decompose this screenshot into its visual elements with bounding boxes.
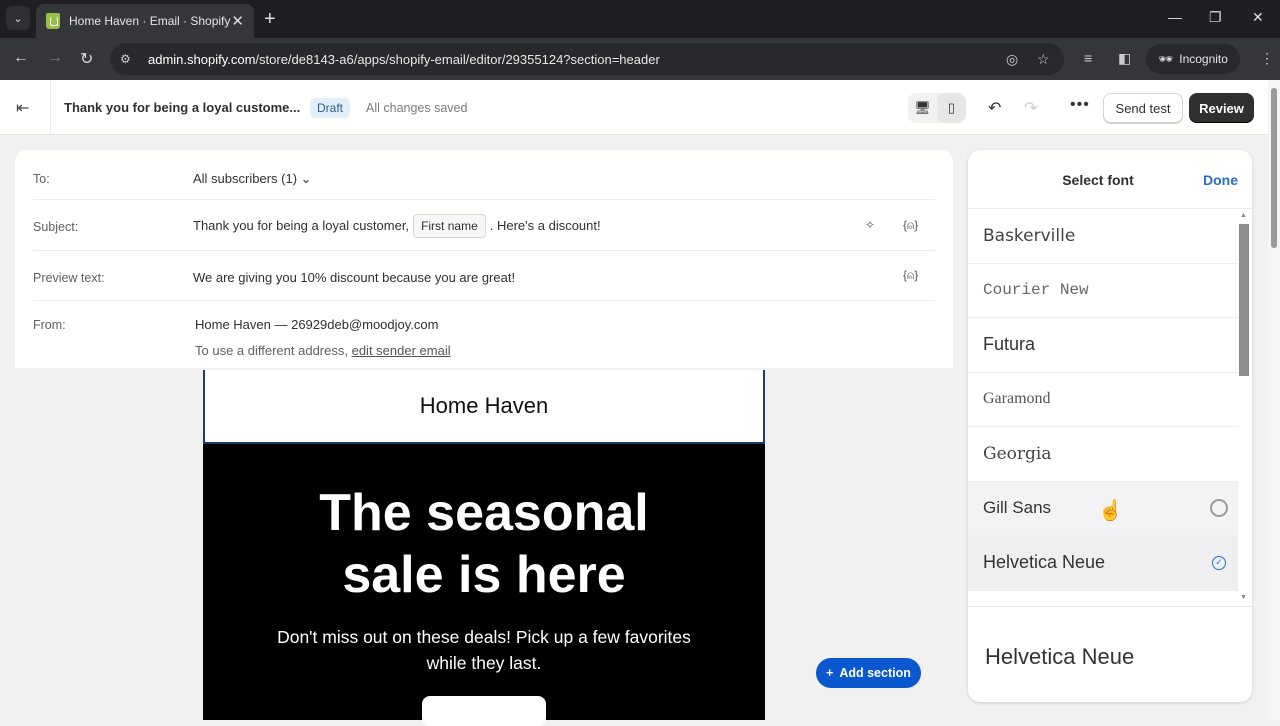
- new-tab-icon[interactable]: +: [264, 8, 276, 31]
- browser-toolbar: ← → ↻ ⚙ admin.shopify.com/store/de8143-a…: [0, 38, 1280, 80]
- font-list-scrollbar-thumb[interactable]: [1239, 224, 1249, 376]
- tab-title: Home Haven · Email · Shopify: [69, 14, 231, 28]
- store-name: Home Haven: [419, 393, 549, 418]
- window-close-icon[interactable]: ✕: [1252, 9, 1264, 26]
- editor-header: ⇤ Thank you for being a loyal custome...…: [0, 80, 1268, 135]
- shopify-favicon-icon: [46, 13, 60, 29]
- status-badge: Draft: [310, 98, 351, 118]
- media-icon[interactable]: ≡: [1084, 50, 1092, 66]
- minimize-icon[interactable]: —: [1168, 9, 1182, 25]
- more-actions-button[interactable]: •••: [1070, 96, 1090, 114]
- mobile-view-icon[interactable]: ▯: [937, 93, 966, 123]
- email-title: Thank you for being a loyal custome...: [64, 100, 301, 115]
- hand-cursor-icon: ☝: [1098, 500, 1123, 522]
- insert-variable-icon[interactable]: {⍝}: [903, 218, 918, 233]
- font-option-courier-new[interactable]: Courier New: [968, 264, 1238, 318]
- from-label: From:: [33, 318, 66, 332]
- scroll-down-icon[interactable]: ▼: [1240, 594, 1247, 601]
- font-option-futura[interactable]: Futura: [968, 318, 1238, 373]
- email-header-section[interactable]: Home Haven: [203, 370, 765, 444]
- hero-title: The seasonal sale is here: [319, 484, 649, 604]
- to-row: To: All subscribers (1) ⌄: [33, 150, 935, 200]
- font-list: Baskerville Courier New Futura Garamond …: [968, 209, 1238, 599]
- subject-label: Subject:: [33, 220, 79, 234]
- hero-section[interactable]: The seasonal sale is here Don't miss out…: [203, 444, 765, 726]
- side-panel-icon[interactable]: ◧: [1118, 50, 1131, 67]
- address-bar[interactable]: ⚙ admin.shopify.com/store/de8143-a6/apps…: [110, 43, 1064, 75]
- from-value: Home Haven — 26929deb@moodjoy.com: [195, 317, 439, 332]
- from-note: To use a different address, edit sender …: [195, 343, 451, 358]
- subject-input[interactable]: Thank you for being a loyal customer, Fir…: [193, 214, 601, 238]
- back-icon[interactable]: ←: [13, 49, 29, 67]
- recipients-dropdown[interactable]: All subscribers (1) ⌄: [193, 171, 312, 187]
- send-test-button[interactable]: Send test: [1103, 93, 1183, 123]
- checkmark-selected-icon: ✓: [1212, 555, 1226, 570]
- email-meta-card: To: All subscribers (1) ⌄ Subject: Thank…: [15, 150, 953, 368]
- chevron-down-icon: ⌄: [13, 12, 23, 25]
- restore-icon[interactable]: ❐: [1209, 9, 1222, 26]
- view-toggle: 🖥 ▯: [908, 93, 966, 123]
- exit-icon[interactable]: ⇤: [16, 98, 36, 118]
- plus-icon: +: [826, 666, 834, 680]
- subject-row: Subject: Thank you for being a loyal cus…: [33, 200, 935, 251]
- save-status: All changes saved: [366, 101, 468, 115]
- page-scrollbar[interactable]: [1268, 80, 1280, 720]
- page-scrollbar-thumb[interactable]: [1271, 88, 1277, 248]
- preview-text-input[interactable]: We are giving you 10% discount because y…: [193, 270, 515, 285]
- tab-search-button[interactable]: ⌄: [6, 6, 30, 30]
- url-text: admin.shopify.com/store/de8143-a6/apps/s…: [148, 51, 660, 67]
- font-option-georgia[interactable]: Georgia: [968, 427, 1238, 482]
- font-option-baskerville[interactable]: Baskerville: [968, 209, 1238, 264]
- edit-sender-email-link[interactable]: edit sender email: [352, 343, 451, 358]
- preview-text-label: Preview text:: [33, 271, 105, 285]
- add-section-button[interactable]: + Add section: [816, 658, 921, 688]
- email-preview: Home Haven The seasonal sale is here Don…: [203, 370, 765, 726]
- browser-tab[interactable]: Home Haven · Email · Shopify ✕: [36, 4, 254, 38]
- browser-tab-bar: ⌄ Home Haven · Email · Shopify ✕ + — ❐ ✕: [0, 0, 1280, 38]
- browser-menu-icon[interactable]: ⋮: [1260, 50, 1274, 67]
- undo-icon[interactable]: ↶: [988, 98, 1001, 118]
- scroll-up-icon[interactable]: ▲: [1240, 212, 1247, 219]
- font-option-helvetica-neue[interactable]: Helvetica Neue ✓: [968, 536, 1238, 591]
- preview-text-row: Preview text: We are giving you 10% disc…: [33, 251, 935, 301]
- font-preview: Helvetica Neue: [985, 644, 1135, 669]
- hero-shop-button[interactable]: [422, 696, 546, 726]
- eye-off-icon[interactable]: ◎: [1006, 51, 1018, 68]
- redo-icon[interactable]: ↷: [1024, 98, 1037, 118]
- radio-unselected-icon[interactable]: [1210, 499, 1228, 518]
- from-row: From: Home Haven — 26929deb@moodjoy.com …: [33, 301, 935, 368]
- desktop-view-icon[interactable]: 🖥: [908, 93, 937, 123]
- site-info-icon[interactable]: ⚙: [120, 52, 140, 66]
- panel-title: Select font: [1062, 172, 1134, 188]
- font-option-garamond[interactable]: Garamond: [968, 373, 1238, 427]
- reload-icon[interactable]: ↻: [80, 49, 93, 69]
- incognito-icon: 🕶: [1158, 52, 1174, 66]
- done-button[interactable]: Done: [1203, 172, 1238, 188]
- add-section-label: Add section: [839, 666, 911, 680]
- incognito-label: Incognito: [1179, 52, 1228, 66]
- first-name-variable-chip[interactable]: First name: [413, 214, 486, 238]
- hero-text: Don't miss out on these deals! Pick up a…: [277, 627, 691, 673]
- select-font-panel: Select font Done Baskerville Courier New…: [968, 150, 1252, 702]
- to-label: To:: [33, 172, 50, 186]
- ai-sparkle-icon[interactable]: ✧: [865, 218, 875, 232]
- divider: [50, 80, 51, 135]
- insert-variable-icon[interactable]: {⍝}: [903, 268, 918, 283]
- forward-icon[interactable]: →: [47, 49, 63, 67]
- close-tab-icon[interactable]: ✕: [231, 12, 244, 30]
- incognito-indicator[interactable]: 🕶 Incognito: [1146, 44, 1240, 74]
- review-button[interactable]: Review: [1189, 93, 1254, 123]
- editor-canvas: To: All subscribers (1) ⌄ Subject: Thank…: [0, 135, 968, 726]
- star-icon[interactable]: ☆: [1037, 51, 1050, 68]
- chevron-down-icon: ⌄: [300, 171, 312, 186]
- font-list-scrollbar[interactable]: ▲ ▼: [1238, 212, 1249, 604]
- divider: [968, 606, 1252, 607]
